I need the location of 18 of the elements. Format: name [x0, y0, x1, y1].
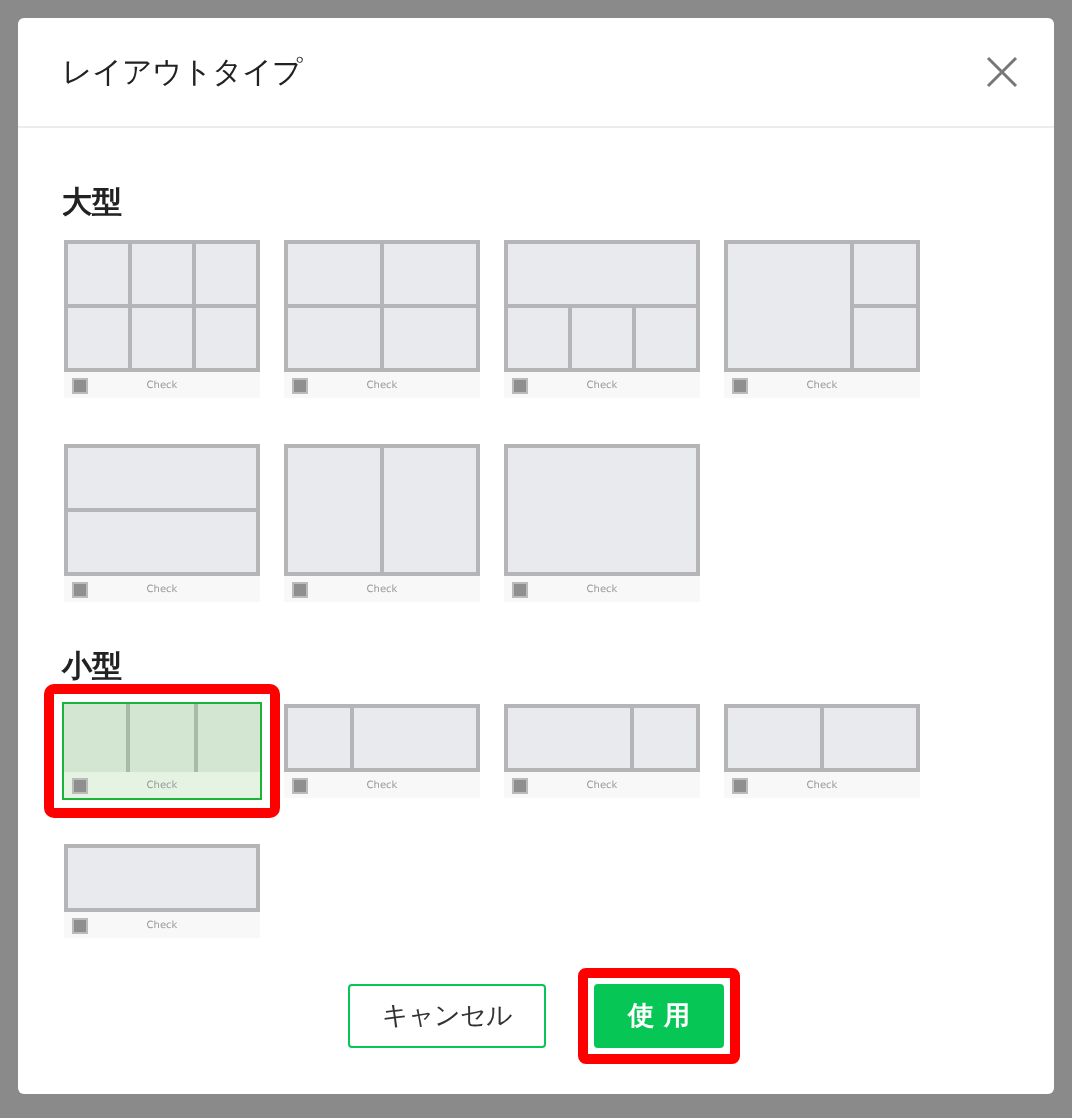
square-icon — [72, 777, 88, 793]
cancel-button[interactable]: キャンセル — [348, 984, 547, 1048]
square-icon — [292, 777, 308, 793]
close-icon[interactable] — [986, 56, 1018, 88]
square-icon — [72, 377, 88, 393]
square-icon — [732, 377, 748, 393]
section-title: 小型 — [62, 648, 124, 686]
square-icon — [512, 777, 528, 793]
square-icon — [512, 377, 528, 393]
use-button[interactable]: 使 用 — [594, 984, 724, 1048]
square-icon — [512, 581, 528, 597]
square-icon — [292, 377, 308, 393]
square-icon — [292, 581, 308, 597]
dialog-title: レイアウトタイプ — [62, 53, 302, 91]
square-icon — [72, 581, 88, 597]
square-icon — [732, 777, 748, 793]
square-icon — [72, 917, 88, 933]
section-title: 大型 — [62, 184, 124, 222]
